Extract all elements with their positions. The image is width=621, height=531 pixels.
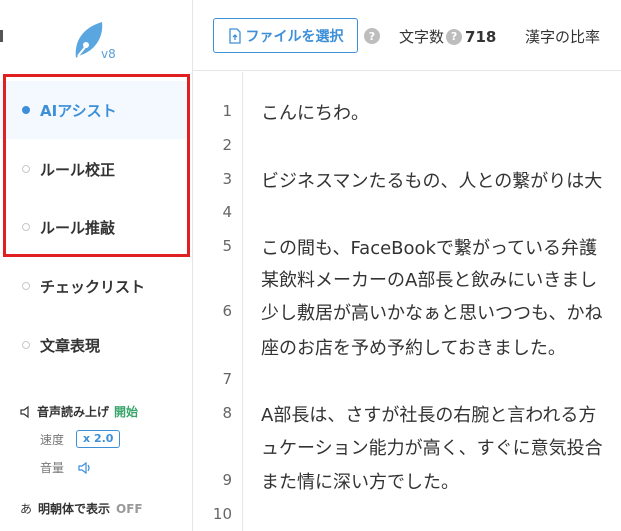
text-line: A部長は、さすが社長の右腕と言われる方 [261,405,597,426]
help-icon[interactable]: ? [364,28,380,44]
text-line: こんにちわ。 [261,103,369,124]
file-select-label: ファイルを選択 [245,28,344,45]
text-line: 座のお店を予め予約しておきました。 [261,338,566,359]
speaker-icon [20,405,29,418]
sidebar-item-label: ルール推敲 [40,218,116,237]
tts-start-button[interactable]: 開始 [114,403,138,420]
mincho-row[interactable]: あ 明朝体で表示 OFF [20,500,143,517]
text-line: また情に深い方でした。 [261,472,459,493]
volume-row: 音量 [40,459,95,476]
line-number: 9 [222,471,232,489]
nav-dot [22,282,30,290]
nav-dot [22,106,30,114]
nav-dot [22,165,30,173]
toolbar: ファイルを選択 ? 文字数 ? 718 漢字の比率 [193,0,621,71]
char-count-value: 718 [465,27,497,46]
edge-marker [0,30,3,42]
line-number: 10 [212,505,232,523]
speed-button[interactable]: x 2.0 [76,430,121,448]
sidebar-item-label: 文章表現 [40,336,101,355]
text-line: この間も、FaceBookで繋がっている弁護 [261,238,598,259]
mincho-state: OFF [116,501,143,516]
line-number: 3 [222,170,232,188]
text-line: ビジネスマンたるもの、人との繋がりは大 [261,171,603,192]
text-line: 少し敷居が高いかなぁと思いつつも、かね [261,303,603,324]
nav-dot [22,341,30,349]
text-editor[interactable]: 1 2 3 4 5 6 7 8 9 10 こんにちわ。 ビジネスマンたるもの、人… [193,72,621,531]
file-upload-icon [228,27,241,44]
sidebar-item-ai-assist[interactable]: AIアシスト [0,81,189,139]
mincho-label: 明朝体で表示 [38,502,111,516]
line-number: 6 [222,302,232,320]
sidebar-item-label: AIアシスト [40,101,117,120]
text-line: ュケーション能力が高く、すぐに意気投合 [261,438,603,459]
speed-label: 速度 [40,432,65,447]
line-number: 7 [222,370,232,388]
app: v8 AIアシスト ルール校正 ルール推敲 チェックリスト 文章表現 音声読み上… [0,0,621,531]
char-count-label: 文字数 [399,28,445,46]
sidebar-item-label: チェックリスト [40,277,146,296]
kanji-ratio: 漢字の比率 [525,26,600,47]
line-number: 5 [222,237,232,255]
tts-label: 音声読み上げ [37,405,110,419]
sidebar-item-expression[interactable]: 文章表現 [0,316,189,374]
mincho-glyph: あ [20,502,33,516]
line-number: 2 [222,136,232,154]
logo-version: v8 [101,47,116,61]
sidebar-item-rule-refine[interactable]: ルール推敲 [0,198,189,256]
char-count: 文字数 ? 718 [399,26,496,47]
text-line: 某飲料メーカーのA部長と飲みにいきまし [261,270,598,291]
sidebar-item-label: ルール校正 [40,160,116,179]
speed-row: 速度 x 2.0 [40,430,121,448]
sidebar-item-rule-proofread[interactable]: ルール校正 [0,140,189,198]
line-number: 8 [222,404,232,422]
tts-row: 音声読み上げ 開始 [20,403,138,420]
line-number: 4 [222,203,232,221]
nav-dot [22,223,30,231]
file-select-button[interactable]: ファイルを選択 [213,18,358,53]
volume-label: 音量 [40,461,65,475]
line-number: 1 [222,102,232,120]
kanji-ratio-label: 漢字の比率 [525,28,601,46]
volume-icon[interactable] [78,461,92,474]
help-icon[interactable]: ? [446,28,463,45]
sidebar: v8 AIアシスト ルール校正 ルール推敲 チェックリスト 文章表現 音声読み上… [0,0,193,531]
line-gutter: 1 2 3 4 5 6 7 8 9 10 [193,72,243,531]
sidebar-item-checklist[interactable]: チェックリスト [0,257,189,315]
